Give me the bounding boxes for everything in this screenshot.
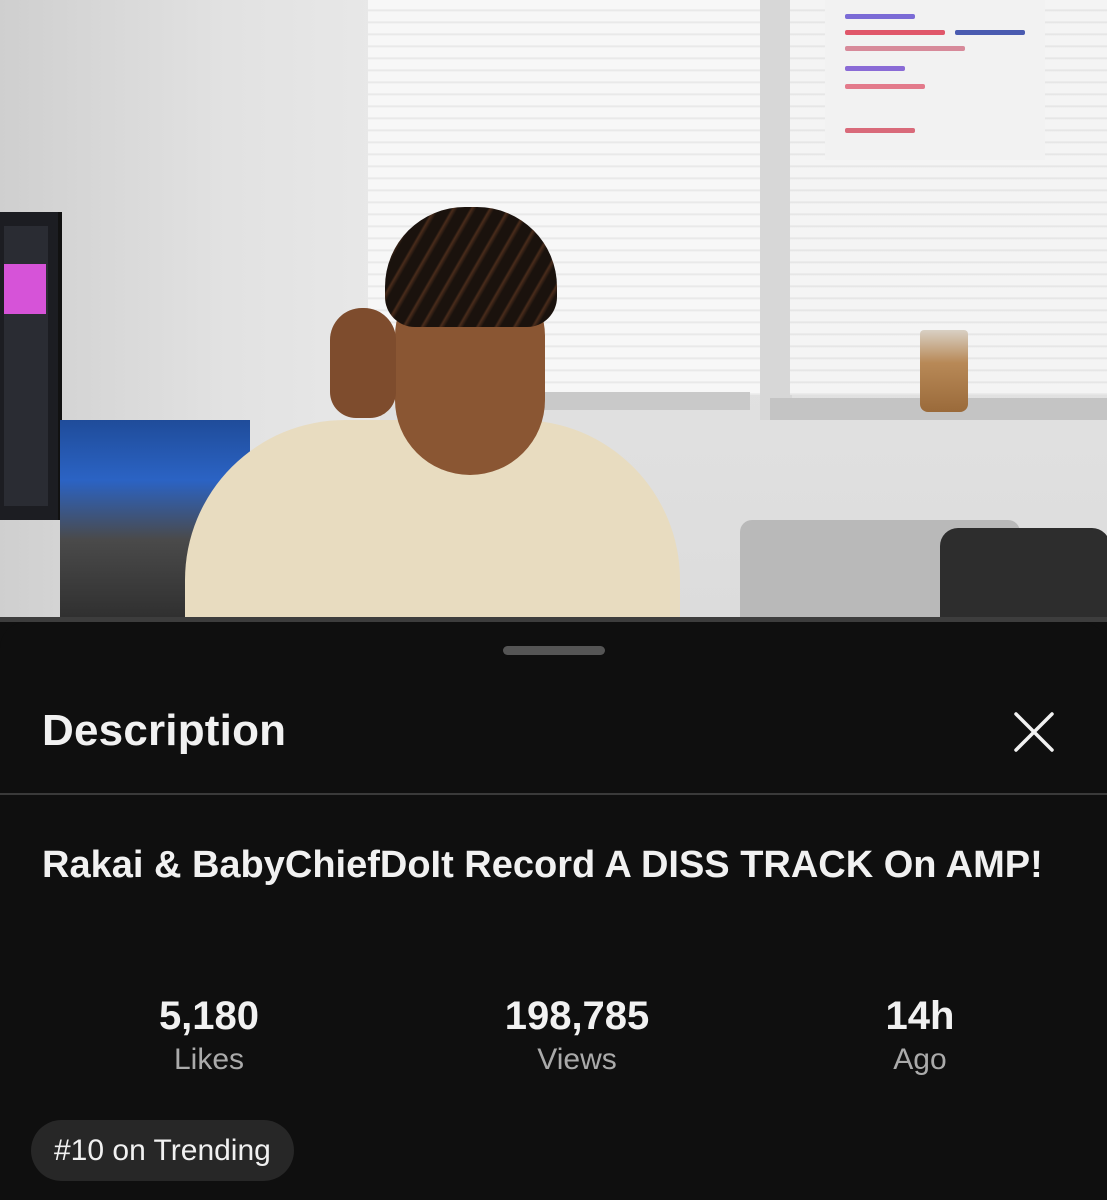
video-title: Rakai & BabyChiefDoIt Record A DISS TRAC… <box>42 844 1043 886</box>
divider <box>0 793 1107 795</box>
views-stat: 198,785 Views <box>457 992 697 1080</box>
black-bag <box>940 528 1107 622</box>
sheet-title: Description <box>42 706 287 755</box>
monitor <box>0 212 62 520</box>
iced-coffee-cup <box>920 330 968 412</box>
close-button[interactable] <box>1000 698 1066 764</box>
video-player[interactable] <box>0 0 1107 622</box>
upload-time-label: Ago <box>893 1043 947 1076</box>
likes-stat: 5,180 Likes <box>89 992 329 1080</box>
window-sill <box>520 392 750 410</box>
views-count: 198,785 <box>504 994 650 1038</box>
likes-count: 5,180 <box>158 994 260 1038</box>
views-label: Views <box>537 1043 617 1076</box>
likes-label: Likes <box>173 1043 245 1076</box>
upload-time-value: 14h <box>885 994 955 1038</box>
window-frame <box>760 0 792 420</box>
whiteboard <box>825 0 1045 160</box>
close-icon <box>1014 712 1054 752</box>
drag-handle[interactable] <box>503 646 605 655</box>
trending-chip[interactable]: #10 on Trending <box>31 1120 294 1181</box>
upload-time-stat: 14h Ago <box>800 992 1040 1080</box>
person-hand <box>330 308 396 418</box>
description-sheet: Description Rakai & BabyChiefDoIt Record… <box>0 622 1107 1200</box>
